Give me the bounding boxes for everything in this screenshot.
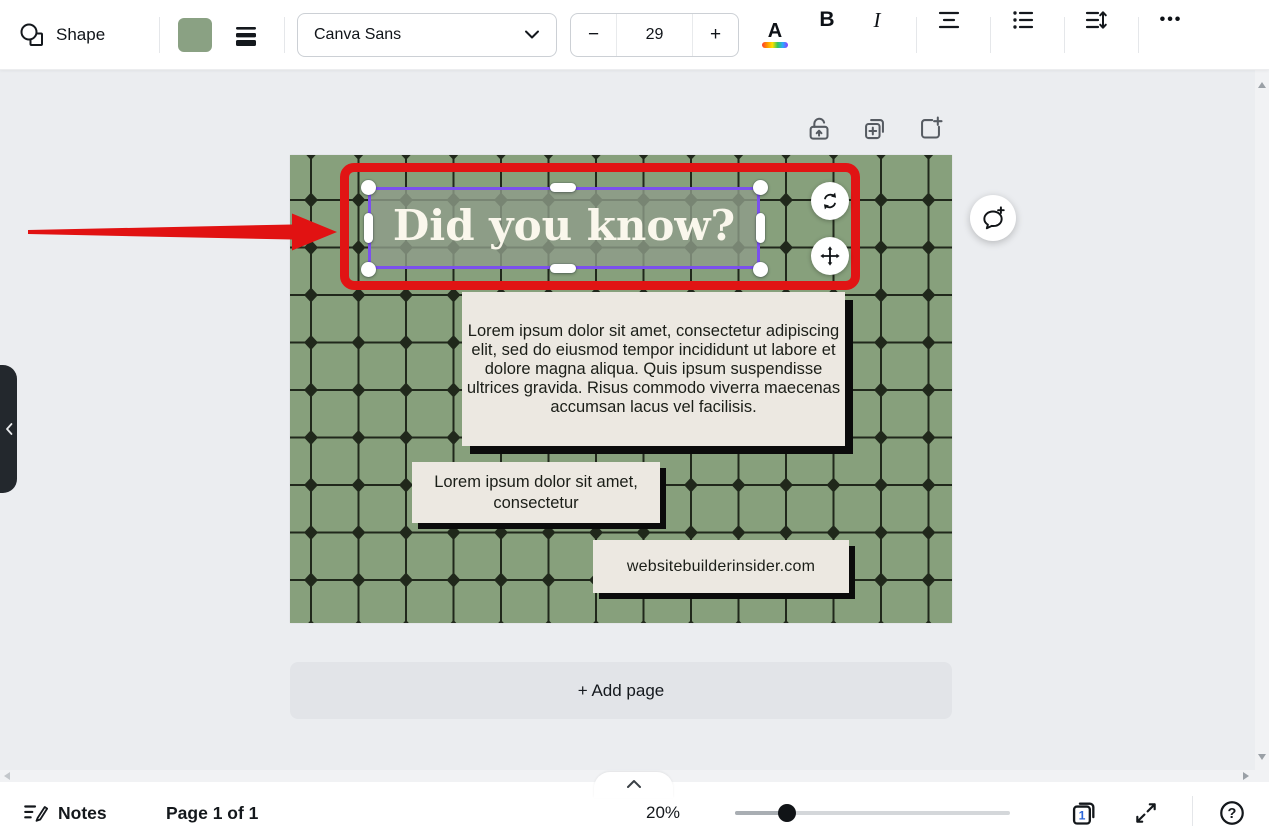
paragraph-text: Lorem ipsum dolor sit amet, consectetur … — [466, 322, 841, 417]
chevron-up-icon — [626, 779, 642, 789]
resize-handle-top[interactable] — [550, 183, 576, 192]
zoom-slider-thumb[interactable] — [778, 804, 796, 822]
font-family-value: Canva Sans — [314, 26, 401, 44]
bold-button[interactable]: B — [807, 0, 847, 40]
paragraph-card[interactable]: Lorem ipsum dolor sit amet, consectetur … — [462, 292, 845, 446]
more-options-button[interactable]: ••• — [1151, 0, 1191, 40]
font-size-stepper: − + — [570, 13, 739, 57]
canva-editor: Shape Canva Sans − + A — [0, 0, 1269, 837]
scroll-down-arrow-icon[interactable] — [1258, 754, 1266, 760]
annotation-arrow — [20, 210, 342, 254]
text-color-icon: A — [762, 22, 788, 48]
font-size-decrease-button[interactable]: − — [571, 14, 616, 56]
add-page-icon — [917, 115, 944, 142]
rotate-button[interactable] — [811, 182, 849, 220]
shape-tool-label: Shape — [56, 25, 105, 45]
font-size-increase-button[interactable]: + — [693, 14, 738, 56]
resize-handle-top-right[interactable] — [753, 180, 768, 195]
notes-label: Notes — [58, 803, 107, 824]
align-center-icon — [937, 8, 961, 32]
resize-handle-left[interactable] — [364, 213, 373, 243]
zoom-slider-track[interactable] — [735, 811, 1010, 815]
toolbar-divider — [159, 17, 160, 53]
shape-icon — [18, 21, 46, 49]
pages-icon: 1 — [1070, 799, 1098, 827]
lock-icon — [805, 115, 832, 142]
svg-text:?: ? — [1228, 806, 1237, 822]
toolbar-divider — [284, 17, 285, 53]
help-button[interactable]: ? — [1218, 796, 1246, 830]
lock-button[interactable] — [804, 114, 832, 142]
fill-color-swatch[interactable] — [178, 18, 212, 52]
font-family-select[interactable]: Canva Sans — [297, 13, 557, 57]
scroll-right-arrow-icon[interactable] — [1243, 772, 1249, 780]
chevron-left-icon — [4, 422, 14, 436]
more-dots-icon: ••• — [1160, 11, 1183, 29]
add-comment-button[interactable] — [970, 195, 1016, 241]
line-spacing-button[interactable] — [1076, 0, 1116, 40]
text-color-button[interactable]: A — [755, 0, 795, 70]
grid-view-button[interactable]: 1 — [1070, 796, 1098, 830]
fullscreen-icon — [1133, 800, 1159, 826]
zoom-level-label: 20% — [646, 796, 680, 830]
svg-text:1: 1 — [1079, 809, 1086, 823]
chevron-down-icon — [524, 30, 540, 40]
resize-handle-bottom[interactable] — [550, 264, 576, 273]
scroll-up-arrow-icon[interactable] — [1258, 82, 1266, 88]
duplicate-button[interactable] — [860, 114, 888, 142]
vertical-scrollbar[interactable] — [1255, 70, 1269, 782]
bulleted-list-button[interactable] — [1003, 0, 1043, 40]
notes-pencil-icon — [22, 800, 48, 826]
move-icon — [819, 245, 841, 267]
canvas-workspace: Lorem ipsum dolor sit amet, consectetur … — [0, 70, 1269, 782]
website-card[interactable]: websitebuilderinsider.com — [593, 540, 849, 593]
italic-button[interactable]: I — [857, 0, 897, 40]
top-toolbar: Shape Canva Sans − + A — [0, 0, 1269, 70]
text-align-button[interactable] — [929, 0, 969, 40]
toolbar-divider — [990, 17, 991, 53]
notes-button[interactable]: Notes — [22, 796, 107, 830]
toolbar-divider — [1138, 17, 1139, 53]
resize-handle-bottom-left[interactable] — [361, 262, 376, 277]
add-page-button[interactable]: + Add page — [290, 662, 952, 719]
scroll-left-arrow-icon[interactable] — [4, 772, 10, 780]
add-page-icon-button[interactable] — [916, 114, 944, 142]
shape-tool-button[interactable]: Shape — [18, 0, 105, 70]
line-spacing-icon — [1084, 8, 1108, 32]
add-comment-icon — [980, 205, 1006, 231]
font-size-input[interactable] — [616, 14, 693, 56]
website-text: websitebuilderinsider.com — [627, 558, 815, 576]
move-button[interactable] — [811, 237, 849, 275]
side-panel-collapse-tab[interactable] — [0, 365, 17, 493]
page-indicator[interactable]: Page 1 of 1 — [166, 796, 258, 830]
zoom-slider[interactable] — [735, 796, 1010, 830]
selected-text-element[interactable]: Did you know? — [368, 187, 760, 269]
border-weight-icon — [234, 23, 258, 47]
duplicate-icon — [861, 115, 888, 142]
border-weight-button[interactable] — [226, 0, 266, 70]
bulleted-list-icon — [1011, 8, 1035, 32]
statusbar-divider — [1192, 796, 1193, 826]
element-context-actions — [804, 114, 944, 142]
fullscreen-button[interactable] — [1133, 796, 1159, 830]
toolbar-divider — [1064, 17, 1065, 53]
resize-handle-right[interactable] — [756, 213, 765, 243]
heading-text: Did you know? — [393, 205, 735, 251]
statusbar-collapse-tab[interactable] — [594, 772, 673, 798]
caption-text: Lorem ipsum dolor sit amet, consectetur — [428, 472, 644, 514]
rotate-icon — [819, 190, 841, 212]
resize-handle-bottom-right[interactable] — [753, 262, 768, 277]
caption-card[interactable]: Lorem ipsum dolor sit amet, consectetur — [412, 462, 660, 523]
resize-handle-top-left[interactable] — [361, 180, 376, 195]
help-icon: ? — [1218, 799, 1246, 827]
toolbar-divider — [916, 17, 917, 53]
